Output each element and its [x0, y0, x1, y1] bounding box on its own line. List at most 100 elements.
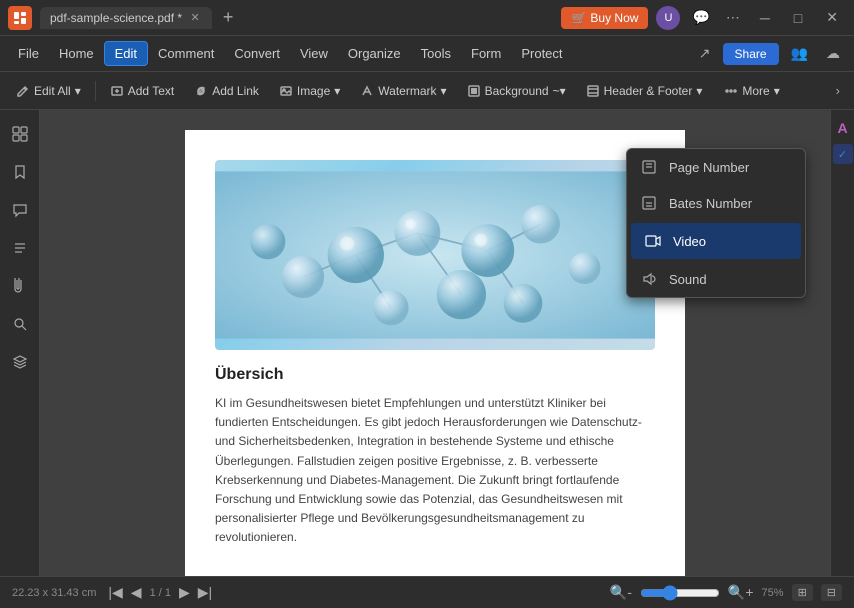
page-number-item[interactable]: Page Number [627, 149, 805, 185]
image-icon [279, 84, 293, 98]
menubar: File Home Edit Comment Convert View Orga… [0, 36, 854, 72]
maximize-button[interactable]: □ [786, 0, 810, 36]
right-sidebar: A ✓ [830, 110, 854, 576]
cloud-icon[interactable]: ☁ [820, 43, 846, 64]
menu-comment[interactable]: Comment [148, 42, 224, 65]
add-link-tool[interactable]: Add Link [186, 81, 267, 101]
video-label: Video [673, 234, 706, 249]
statusbar: 22.23 x 31.43 cm |◀ ◀ 1 / 1 ▶ ▶| 🔍- 🔍+ 7… [0, 576, 854, 608]
image-tool[interactable]: Image ▾ [271, 81, 348, 101]
zoom-out-button[interactable]: 🔍- [610, 584, 632, 601]
menu-view[interactable]: View [290, 42, 338, 65]
page-number-label: Page Number [669, 160, 749, 175]
fit-width-button[interactable]: ⊟ [821, 584, 842, 601]
add-link-icon [194, 84, 208, 98]
header-footer-icon [586, 84, 600, 98]
edit-all-tool[interactable]: Edit All ▾ [8, 81, 89, 101]
tab-title: pdf-sample-science.pdf * [50, 11, 182, 25]
edit-all-arrow: ▾ [75, 84, 81, 98]
sound-item[interactable]: Sound [627, 261, 805, 297]
content-area: Übersich KI im Gesundheitswesen bietet E… [40, 110, 830, 576]
add-text-tool[interactable]: Add Text [102, 81, 182, 101]
page-dimensions: 22.23 x 31.43 cm [12, 587, 96, 599]
menu-tools[interactable]: Tools [411, 42, 461, 65]
more-options-icon[interactable]: ⋯ [722, 7, 744, 28]
new-tab-button[interactable]: + [216, 6, 240, 30]
header-footer-tool[interactable]: Header & Footer ▾ [578, 81, 711, 101]
main-layout: Übersich KI im Gesundheitswesen bietet E… [0, 110, 854, 576]
fit-page-button[interactable]: ⊞ [792, 584, 813, 601]
sound-icon [639, 269, 659, 289]
separator [95, 81, 96, 101]
right-sidebar-icon-1[interactable]: A [833, 118, 853, 138]
more-tool[interactable]: More ▾ [716, 81, 787, 101]
pdf-heading: Übersich [215, 366, 655, 384]
close-button[interactable]: ✕ [818, 0, 846, 36]
prev-page-button[interactable]: ◀ [131, 584, 142, 601]
menu-home[interactable]: Home [49, 42, 104, 65]
page-info: 1 / 1 [150, 587, 171, 599]
menu-form[interactable]: Form [461, 42, 511, 65]
pdf-text: KI im Gesundheitswesen bietet Empfehlung… [215, 394, 655, 548]
collaboration-icon[interactable]: 👥 [785, 43, 814, 64]
more-icon [724, 84, 738, 98]
header-footer-arrow: ▾ [696, 84, 702, 98]
titlebar-actions: 🛒 Buy Now U 💬 ⋯ ─ □ ✕ [561, 0, 846, 36]
bates-number-item[interactable]: Bates Number [627, 185, 805, 221]
app-logo [8, 6, 32, 30]
statusbar-right: 🔍- 🔍+ 75% ⊞ ⊟ [610, 584, 842, 601]
bates-number-icon [639, 193, 659, 213]
titlebar: pdf-sample-science.pdf * ✕ + 🛒 Buy Now U… [0, 0, 854, 36]
sidebar-thumbnails-icon[interactable] [4, 118, 36, 150]
bates-number-label: Bates Number [669, 196, 752, 211]
page-navigation: |◀ ◀ 1 / 1 ▶ ▶| [108, 584, 212, 601]
left-sidebar [0, 110, 40, 576]
sidebar-attachments-icon[interactable] [4, 270, 36, 302]
menu-convert[interactable]: Convert [224, 42, 290, 65]
zoom-in-button[interactable]: 🔍+ [728, 584, 754, 601]
more-arrow: ▾ [774, 84, 780, 98]
menu-edit[interactable]: Edit [104, 41, 148, 66]
last-page-button[interactable]: ▶| [198, 584, 212, 601]
right-sidebar-icon-2[interactable]: ✓ [833, 144, 853, 164]
tab-close-button[interactable]: ✕ [188, 11, 202, 25]
add-text-icon [110, 84, 124, 98]
image-arrow: ▾ [334, 84, 340, 98]
more-dropdown-menu: Page Number Bates Number Video Sound [626, 148, 806, 298]
minimize-button[interactable]: ─ [752, 0, 778, 36]
sidebar-comments-icon[interactable] [4, 194, 36, 226]
user-avatar[interactable]: U [656, 6, 680, 30]
sidebar-search-icon[interactable] [4, 308, 36, 340]
tab-area: pdf-sample-science.pdf * ✕ + [40, 6, 561, 30]
next-page-button[interactable]: ▶ [179, 584, 190, 601]
watermark-icon [360, 84, 374, 98]
active-tab[interactable]: pdf-sample-science.pdf * ✕ [40, 7, 212, 29]
edit-icon [16, 84, 30, 98]
watermark-tool[interactable]: Watermark ▾ [352, 81, 454, 101]
menubar-right: ↗ Share 👥 ☁ [693, 43, 846, 65]
sidebar-bookmarks-icon[interactable] [4, 156, 36, 188]
toolbar-scroll-right[interactable]: › [830, 81, 846, 100]
video-item[interactable]: Video [631, 223, 801, 259]
menu-organize[interactable]: Organize [338, 42, 411, 65]
help-icon[interactable]: ↗ [693, 43, 717, 64]
zoom-slider[interactable] [640, 585, 720, 601]
share-button[interactable]: Share [723, 43, 779, 65]
pdf-image [215, 160, 655, 350]
menu-protect[interactable]: Protect [511, 42, 572, 65]
sidebar-layers-icon[interactable] [4, 346, 36, 378]
sound-label: Sound [669, 272, 707, 287]
chat-icon[interactable]: 💬 [688, 7, 713, 28]
pdf-page: Übersich KI im Gesundheitswesen bietet E… [185, 130, 685, 576]
buy-now-button[interactable]: 🛒 Buy Now [561, 7, 648, 29]
menu-file[interactable]: File [8, 42, 49, 65]
background-arrow: ~▾ [553, 84, 566, 98]
toolbar: Edit All ▾ Add Text Add Link Image ▾ Wat… [0, 72, 854, 110]
zoom-level: 75% [762, 587, 784, 599]
background-icon [467, 84, 481, 98]
first-page-button[interactable]: |◀ [108, 584, 122, 601]
sidebar-toc-icon[interactable] [4, 232, 36, 264]
video-icon [643, 231, 663, 251]
background-tool[interactable]: Background ~▾ [459, 81, 574, 101]
watermark-arrow: ▾ [441, 84, 447, 98]
